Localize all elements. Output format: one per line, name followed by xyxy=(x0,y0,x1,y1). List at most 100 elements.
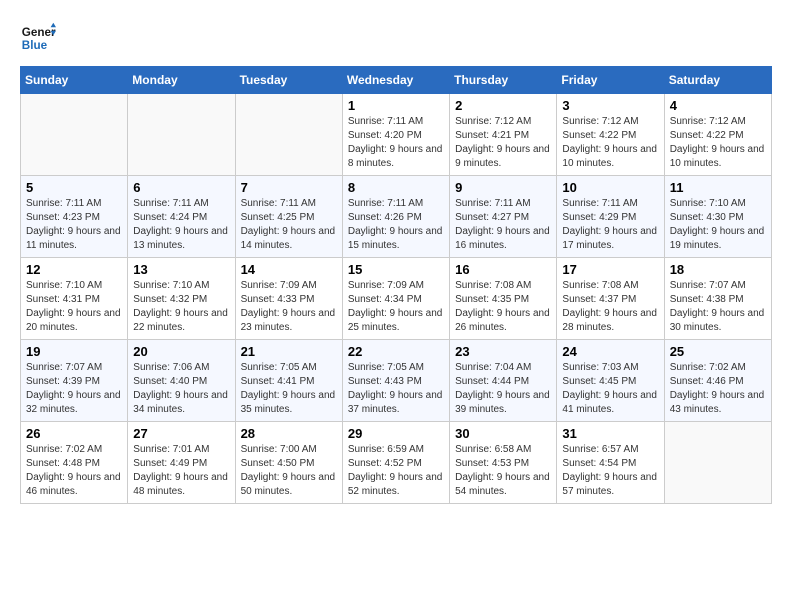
calendar-cell: 10 Sunrise: 7:11 AM Sunset: 4:29 PM Dayli… xyxy=(557,176,664,258)
day-info: Sunrise: 7:02 AM Sunset: 4:46 PM Dayligh… xyxy=(670,361,766,417)
day-number: 25 xyxy=(670,344,766,359)
day-info: Sunrise: 7:05 AM Sunset: 4:43 PM Dayligh… xyxy=(348,361,444,417)
calendar-cell: 9 Sunrise: 7:11 AM Sunset: 4:27 PM Daylig… xyxy=(450,176,557,258)
calendar-week-row: 5Sunrise: 7:11 AM Sunset: 4:23 PM Daylig… xyxy=(21,176,772,258)
calendar-cell: 16 Sunrise: 7:08 AM Sunset: 4:35 PM Dayli… xyxy=(450,258,557,340)
day-number: 14 xyxy=(241,262,337,277)
calendar-cell: 19Sunrise: 7:07 AM Sunset: 4:39 PM Dayli… xyxy=(21,340,128,422)
calendar-cell: 13 Sunrise: 7:10 AM Sunset: 4:32 PM Dayli… xyxy=(128,258,235,340)
calendar-week-row: 12 Sunrise: 7:10 AM Sunset: 4:31 PM Dayli… xyxy=(21,258,772,340)
logo-icon: General Blue xyxy=(20,20,56,56)
day-info: Sunrise: 7:09 AM Sunset: 4:33 PM Dayligh… xyxy=(241,279,337,335)
calendar-cell: 25 Sunrise: 7:02 AM Sunset: 4:46 PM Dayli… xyxy=(664,340,771,422)
day-info: Sunrise: 7:03 AM Sunset: 4:45 PM Dayligh… xyxy=(562,361,658,417)
calendar-day-header: Monday xyxy=(128,67,235,94)
day-number: 16 xyxy=(455,262,551,277)
day-info: Sunrise: 7:10 AM Sunset: 4:32 PM Dayligh… xyxy=(133,279,229,335)
day-number: 1 xyxy=(348,98,444,113)
calendar-cell: 15Sunrise: 7:09 AM Sunset: 4:34 PM Dayli… xyxy=(342,258,449,340)
day-info: Sunrise: 7:11 AM Sunset: 4:24 PM Dayligh… xyxy=(133,197,229,253)
day-info: Sunrise: 7:08 AM Sunset: 4:37 PM Dayligh… xyxy=(562,279,658,335)
day-info: Sunrise: 7:11 AM Sunset: 4:27 PM Dayligh… xyxy=(455,197,551,253)
day-number: 21 xyxy=(241,344,337,359)
day-number: 31 xyxy=(562,426,658,441)
day-number: 13 xyxy=(133,262,229,277)
calendar-table: SundayMondayTuesdayWednesdayThursdayFrid… xyxy=(20,66,772,504)
day-info: Sunrise: 7:11 AM Sunset: 4:25 PM Dayligh… xyxy=(241,197,337,253)
day-number: 9 xyxy=(455,180,551,195)
calendar-cell: 17 Sunrise: 7:08 AM Sunset: 4:37 PM Dayli… xyxy=(557,258,664,340)
calendar-cell: 26 Sunrise: 7:02 AM Sunset: 4:48 PM Dayli… xyxy=(21,422,128,504)
day-number: 29 xyxy=(348,426,444,441)
calendar-cell: 8 Sunrise: 7:11 AM Sunset: 4:26 PM Daylig… xyxy=(342,176,449,258)
calendar-cell xyxy=(21,94,128,176)
calendar-day-header: Friday xyxy=(557,67,664,94)
calendar-cell: 22 Sunrise: 7:05 AM Sunset: 4:43 PM Dayli… xyxy=(342,340,449,422)
day-info: Sunrise: 7:01 AM Sunset: 4:49 PM Dayligh… xyxy=(133,443,229,499)
svg-text:Blue: Blue xyxy=(22,39,48,52)
calendar-cell: 12 Sunrise: 7:10 AM Sunset: 4:31 PM Dayli… xyxy=(21,258,128,340)
calendar-cell: 24 Sunrise: 7:03 AM Sunset: 4:45 PM Dayli… xyxy=(557,340,664,422)
logo: General Blue xyxy=(20,20,56,56)
day-info: Sunrise: 7:06 AM Sunset: 4:40 PM Dayligh… xyxy=(133,361,229,417)
calendar-cell: 5Sunrise: 7:11 AM Sunset: 4:23 PM Daylig… xyxy=(21,176,128,258)
day-number: 3 xyxy=(562,98,658,113)
calendar-cell: 3 Sunrise: 7:12 AM Sunset: 4:22 PM Daylig… xyxy=(557,94,664,176)
calendar-cell: 2 Sunrise: 7:12 AM Sunset: 4:21 PM Daylig… xyxy=(450,94,557,176)
day-number: 26 xyxy=(26,426,122,441)
calendar-body: 1Sunrise: 7:11 AM Sunset: 4:20 PM Daylig… xyxy=(21,94,772,504)
day-number: 22 xyxy=(348,344,444,359)
day-info: Sunrise: 7:10 AM Sunset: 4:31 PM Dayligh… xyxy=(26,279,122,335)
calendar-cell: 18 Sunrise: 7:07 AM Sunset: 4:38 PM Dayli… xyxy=(664,258,771,340)
calendar-day-header: Wednesday xyxy=(342,67,449,94)
day-number: 12 xyxy=(26,262,122,277)
day-info: Sunrise: 7:02 AM Sunset: 4:48 PM Dayligh… xyxy=(26,443,122,499)
day-info: Sunrise: 7:11 AM Sunset: 4:23 PM Dayligh… xyxy=(26,197,122,253)
day-number: 30 xyxy=(455,426,551,441)
day-info: Sunrise: 6:59 AM Sunset: 4:52 PM Dayligh… xyxy=(348,443,444,499)
calendar-cell: 20 Sunrise: 7:06 AM Sunset: 4:40 PM Dayli… xyxy=(128,340,235,422)
calendar-cell xyxy=(664,422,771,504)
day-number: 11 xyxy=(670,180,766,195)
day-number: 2 xyxy=(455,98,551,113)
day-info: Sunrise: 6:58 AM Sunset: 4:53 PM Dayligh… xyxy=(455,443,551,499)
day-number: 20 xyxy=(133,344,229,359)
day-number: 10 xyxy=(562,180,658,195)
day-info: Sunrise: 7:05 AM Sunset: 4:41 PM Dayligh… xyxy=(241,361,337,417)
calendar-day-header: Sunday xyxy=(21,67,128,94)
calendar-cell: 21 Sunrise: 7:05 AM Sunset: 4:41 PM Dayli… xyxy=(235,340,342,422)
calendar-cell: 11Sunrise: 7:10 AM Sunset: 4:30 PM Dayli… xyxy=(664,176,771,258)
calendar-cell: 29 Sunrise: 6:59 AM Sunset: 4:52 PM Dayli… xyxy=(342,422,449,504)
calendar-week-row: 26 Sunrise: 7:02 AM Sunset: 4:48 PM Dayli… xyxy=(21,422,772,504)
day-number: 18 xyxy=(670,262,766,277)
day-info: Sunrise: 7:08 AM Sunset: 4:35 PM Dayligh… xyxy=(455,279,551,335)
svg-text:General: General xyxy=(22,26,56,39)
day-number: 8 xyxy=(348,180,444,195)
calendar-day-header: Saturday xyxy=(664,67,771,94)
calendar-cell xyxy=(128,94,235,176)
calendar-cell: 31 Sunrise: 6:57 AM Sunset: 4:54 PM Dayli… xyxy=(557,422,664,504)
day-number: 4 xyxy=(670,98,766,113)
day-number: 7 xyxy=(241,180,337,195)
day-info: Sunrise: 6:57 AM Sunset: 4:54 PM Dayligh… xyxy=(562,443,658,499)
calendar-cell: 1Sunrise: 7:11 AM Sunset: 4:20 PM Daylig… xyxy=(342,94,449,176)
day-number: 23 xyxy=(455,344,551,359)
day-info: Sunrise: 7:07 AM Sunset: 4:38 PM Dayligh… xyxy=(670,279,766,335)
day-info: Sunrise: 7:12 AM Sunset: 4:21 PM Dayligh… xyxy=(455,115,551,171)
day-info: Sunrise: 7:12 AM Sunset: 4:22 PM Dayligh… xyxy=(562,115,658,171)
day-info: Sunrise: 7:11 AM Sunset: 4:29 PM Dayligh… xyxy=(562,197,658,253)
day-number: 6 xyxy=(133,180,229,195)
calendar-cell: 14 Sunrise: 7:09 AM Sunset: 4:33 PM Dayli… xyxy=(235,258,342,340)
day-number: 27 xyxy=(133,426,229,441)
day-number: 24 xyxy=(562,344,658,359)
page-header: General Blue xyxy=(20,20,772,56)
calendar-week-row: 19Sunrise: 7:07 AM Sunset: 4:39 PM Dayli… xyxy=(21,340,772,422)
calendar-cell: 4Sunrise: 7:12 AM Sunset: 4:22 PM Daylig… xyxy=(664,94,771,176)
day-number: 19 xyxy=(26,344,122,359)
calendar-header-row: SundayMondayTuesdayWednesdayThursdayFrid… xyxy=(21,67,772,94)
day-info: Sunrise: 7:11 AM Sunset: 4:26 PM Dayligh… xyxy=(348,197,444,253)
calendar-day-header: Tuesday xyxy=(235,67,342,94)
calendar-day-header: Thursday xyxy=(450,67,557,94)
calendar-cell: 30 Sunrise: 6:58 AM Sunset: 4:53 PM Dayli… xyxy=(450,422,557,504)
day-number: 17 xyxy=(562,262,658,277)
